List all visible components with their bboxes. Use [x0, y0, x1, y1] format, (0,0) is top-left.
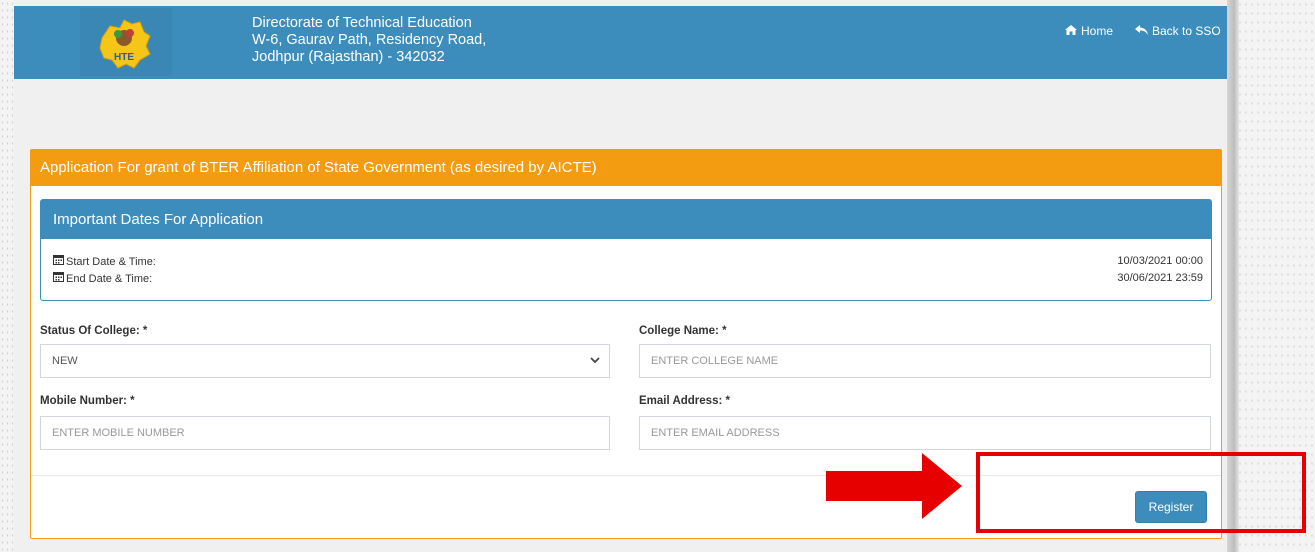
org-name: Directorate of Technical Education	[252, 15, 472, 31]
rajasthan-logo[interactable]: HTE	[80, 8, 172, 76]
left-margin-strip	[0, 0, 14, 552]
start-date-value: 10/03/2021 00:00	[1117, 255, 1203, 267]
home-icon	[1065, 24, 1077, 38]
home-link[interactable]: Home	[1065, 24, 1113, 38]
org-city-line: Jodhpur (Rajasthan) - 342032	[252, 49, 445, 65]
mobile-number-placeholder: ENTER MOBILE NUMBER	[52, 427, 185, 439]
dates-title: Important Dates For Application	[41, 200, 1211, 239]
home-label: Home	[1081, 24, 1114, 38]
status-label: Status Of College: *	[40, 325, 148, 337]
sso-label: Back to SSO	[1152, 24, 1221, 38]
college-name-label: College Name: *	[639, 325, 727, 337]
college-name-input[interactable]: ENTER COLLEGE NAME	[639, 344, 1211, 378]
calendar-icon	[53, 254, 64, 269]
end-date-value: 30/06/2021 23:59	[1117, 272, 1203, 284]
top-header: HTE Directorate of Technical Education W…	[14, 6, 1227, 79]
org-address-line: W-6, Gaurav Path, Residency Road,	[252, 32, 487, 48]
mobile-number-label: Mobile Number: *	[40, 395, 135, 407]
calendar-icon	[53, 271, 64, 286]
status-select[interactable]: NEW	[40, 344, 610, 378]
email-address-label: Email Address: *	[639, 395, 730, 407]
start-date-label-wrap: Start Date & Time:	[53, 254, 156, 269]
org-address: Directorate of Technical Education W-6, …	[252, 15, 486, 66]
important-dates-box: Important Dates For Application Start Da…	[40, 199, 1212, 301]
end-date-label: End Date & Time:	[66, 272, 153, 285]
red-arrow-annotation	[826, 453, 962, 519]
end-date-row: End Date & Time: 30/06/2021 23:59	[41, 271, 1211, 285]
chevron-down-icon	[590, 345, 600, 390]
logo-text: HTE	[114, 52, 134, 63]
panel-title: Application For grant of BTER Affiliatio…	[31, 150, 1221, 186]
back-to-sso-link[interactable]: Back to SSO	[1135, 24, 1221, 38]
email-address-placeholder: ENTER EMAIL ADDRESS	[651, 427, 780, 439]
status-selected-value: NEW	[52, 355, 78, 367]
reply-icon	[1135, 24, 1148, 38]
start-date-label: Start Date & Time:	[66, 255, 156, 268]
end-date-label-wrap: End Date & Time:	[53, 271, 152, 286]
email-address-input[interactable]: ENTER EMAIL ADDRESS	[639, 416, 1211, 450]
mobile-number-input[interactable]: ENTER MOBILE NUMBER	[40, 416, 610, 450]
start-date-row: Start Date & Time: 10/03/2021 00:00	[41, 254, 1211, 268]
red-highlight-box	[976, 452, 1306, 533]
college-name-placeholder: ENTER COLLEGE NAME	[651, 355, 779, 367]
